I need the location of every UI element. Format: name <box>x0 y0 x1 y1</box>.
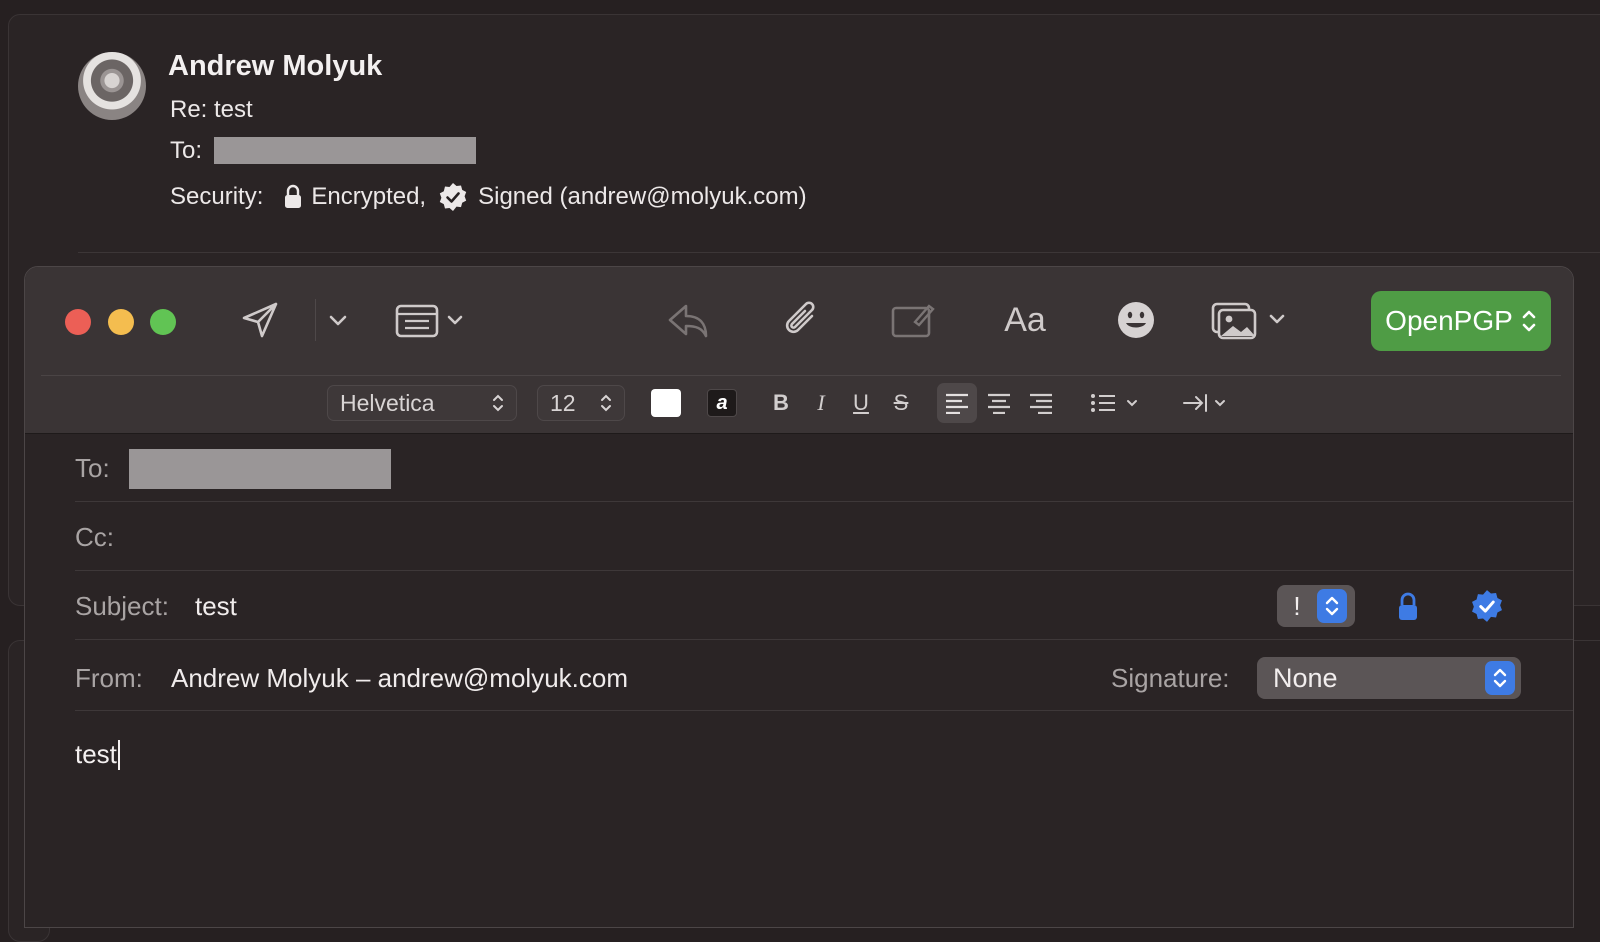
sender-name: Andrew Molyuk <box>168 50 383 82</box>
subject-label: Subject: <box>75 591 169 621</box>
text-caret <box>117 739 120 770</box>
header-fields-icon[interactable] <box>393 297 469 343</box>
bold-button[interactable]: B <box>767 383 795 423</box>
list-icon[interactable] <box>1089 383 1145 423</box>
compose-toolbar: Aa OpenPGP Helvetica 12 a B I U S <box>25 267 1573 434</box>
text-color-swatch[interactable] <box>651 389 681 417</box>
avatar <box>78 52 146 120</box>
subject-input[interactable]: test <box>195 591 237 622</box>
highlight-glyph: a <box>716 391 728 414</box>
updown-chevron-icon <box>1522 310 1536 332</box>
cc-row <box>75 502 1573 571</box>
message-body-editor[interactable]: test <box>75 739 120 770</box>
from-label: From: <box>75 663 143 693</box>
align-right-icon[interactable] <box>1021 383 1061 423</box>
zoom-window-button[interactable] <box>150 309 176 335</box>
redacted-recipient <box>214 137 476 164</box>
signature-label: Signature: <box>1111 663 1230 693</box>
updown-chevron-icon <box>493 394 503 412</box>
compose-window: Aa OpenPGP Helvetica 12 a B I U S To: Cc… <box>24 266 1574 928</box>
to-label: To: <box>75 453 110 483</box>
underline-button[interactable]: U <box>847 383 875 423</box>
priority-glyph: ! <box>1293 590 1301 621</box>
updown-chevron-icon <box>1317 589 1347 623</box>
cc-label: Cc: <box>75 522 114 552</box>
security-label: Security: <box>170 183 264 210</box>
paperclip-icon[interactable] <box>777 295 827 345</box>
send-options-chevron-down-icon[interactable] <box>325 305 351 335</box>
toolbar-separator <box>315 299 316 341</box>
strikethrough-button[interactable]: S <box>887 383 915 423</box>
from-select[interactable]: Andrew Molyuk – andrew@molyuk.com <box>171 663 628 694</box>
sign-verified-badge-icon[interactable] <box>1469 587 1505 625</box>
indent-icon[interactable] <box>1181 383 1237 423</box>
signature-select[interactable]: None <box>1257 657 1521 699</box>
encrypted-label: Encrypted, <box>311 183 427 210</box>
emoji-icon[interactable] <box>1111 295 1161 345</box>
verified-badge-icon <box>438 182 468 212</box>
toolbar-divider <box>41 375 1561 376</box>
encrypt-lock-icon[interactable] <box>1393 589 1423 625</box>
font-size-value: 12 <box>550 389 576 416</box>
to-input[interactable] <box>129 449 391 489</box>
openpgp-button[interactable]: OpenPGP <box>1371 291 1551 351</box>
message-divider <box>78 252 1600 253</box>
message-subject: Re: test <box>170 96 253 123</box>
font-family-select[interactable]: Helvetica <box>327 385 517 421</box>
italic-button[interactable]: I <box>807 383 835 423</box>
reply-icon[interactable] <box>663 295 713 345</box>
signed-label: Signed (andrew@molyuk.com) <box>478 183 807 210</box>
align-left-icon[interactable] <box>937 383 977 423</box>
minimize-window-button[interactable] <box>108 309 134 335</box>
font-size-select[interactable]: 12 <box>537 385 625 421</box>
updown-chevron-icon <box>1485 661 1515 695</box>
font-family-value: Helvetica <box>340 389 435 416</box>
message-to-label: To: <box>170 137 203 164</box>
fonts-icon[interactable]: Aa <box>999 295 1051 345</box>
send-icon[interactable] <box>237 297 283 343</box>
markup-icon[interactable] <box>887 295 939 345</box>
lock-icon <box>283 184 303 210</box>
updown-chevron-icon <box>601 394 611 412</box>
security-line: Security: Encrypted, Signed (andrew@moly… <box>170 182 807 212</box>
highlight-color-swatch[interactable]: a <box>707 389 737 417</box>
signature-value: None <box>1273 662 1338 693</box>
message-body-text: test <box>75 739 117 769</box>
close-window-button[interactable] <box>65 309 91 335</box>
photo-browser-icon[interactable] <box>1209 295 1293 345</box>
align-center-icon[interactable] <box>979 383 1019 423</box>
openpgp-label: OpenPGP <box>1385 305 1513 336</box>
priority-select[interactable]: ! <box>1277 585 1355 627</box>
